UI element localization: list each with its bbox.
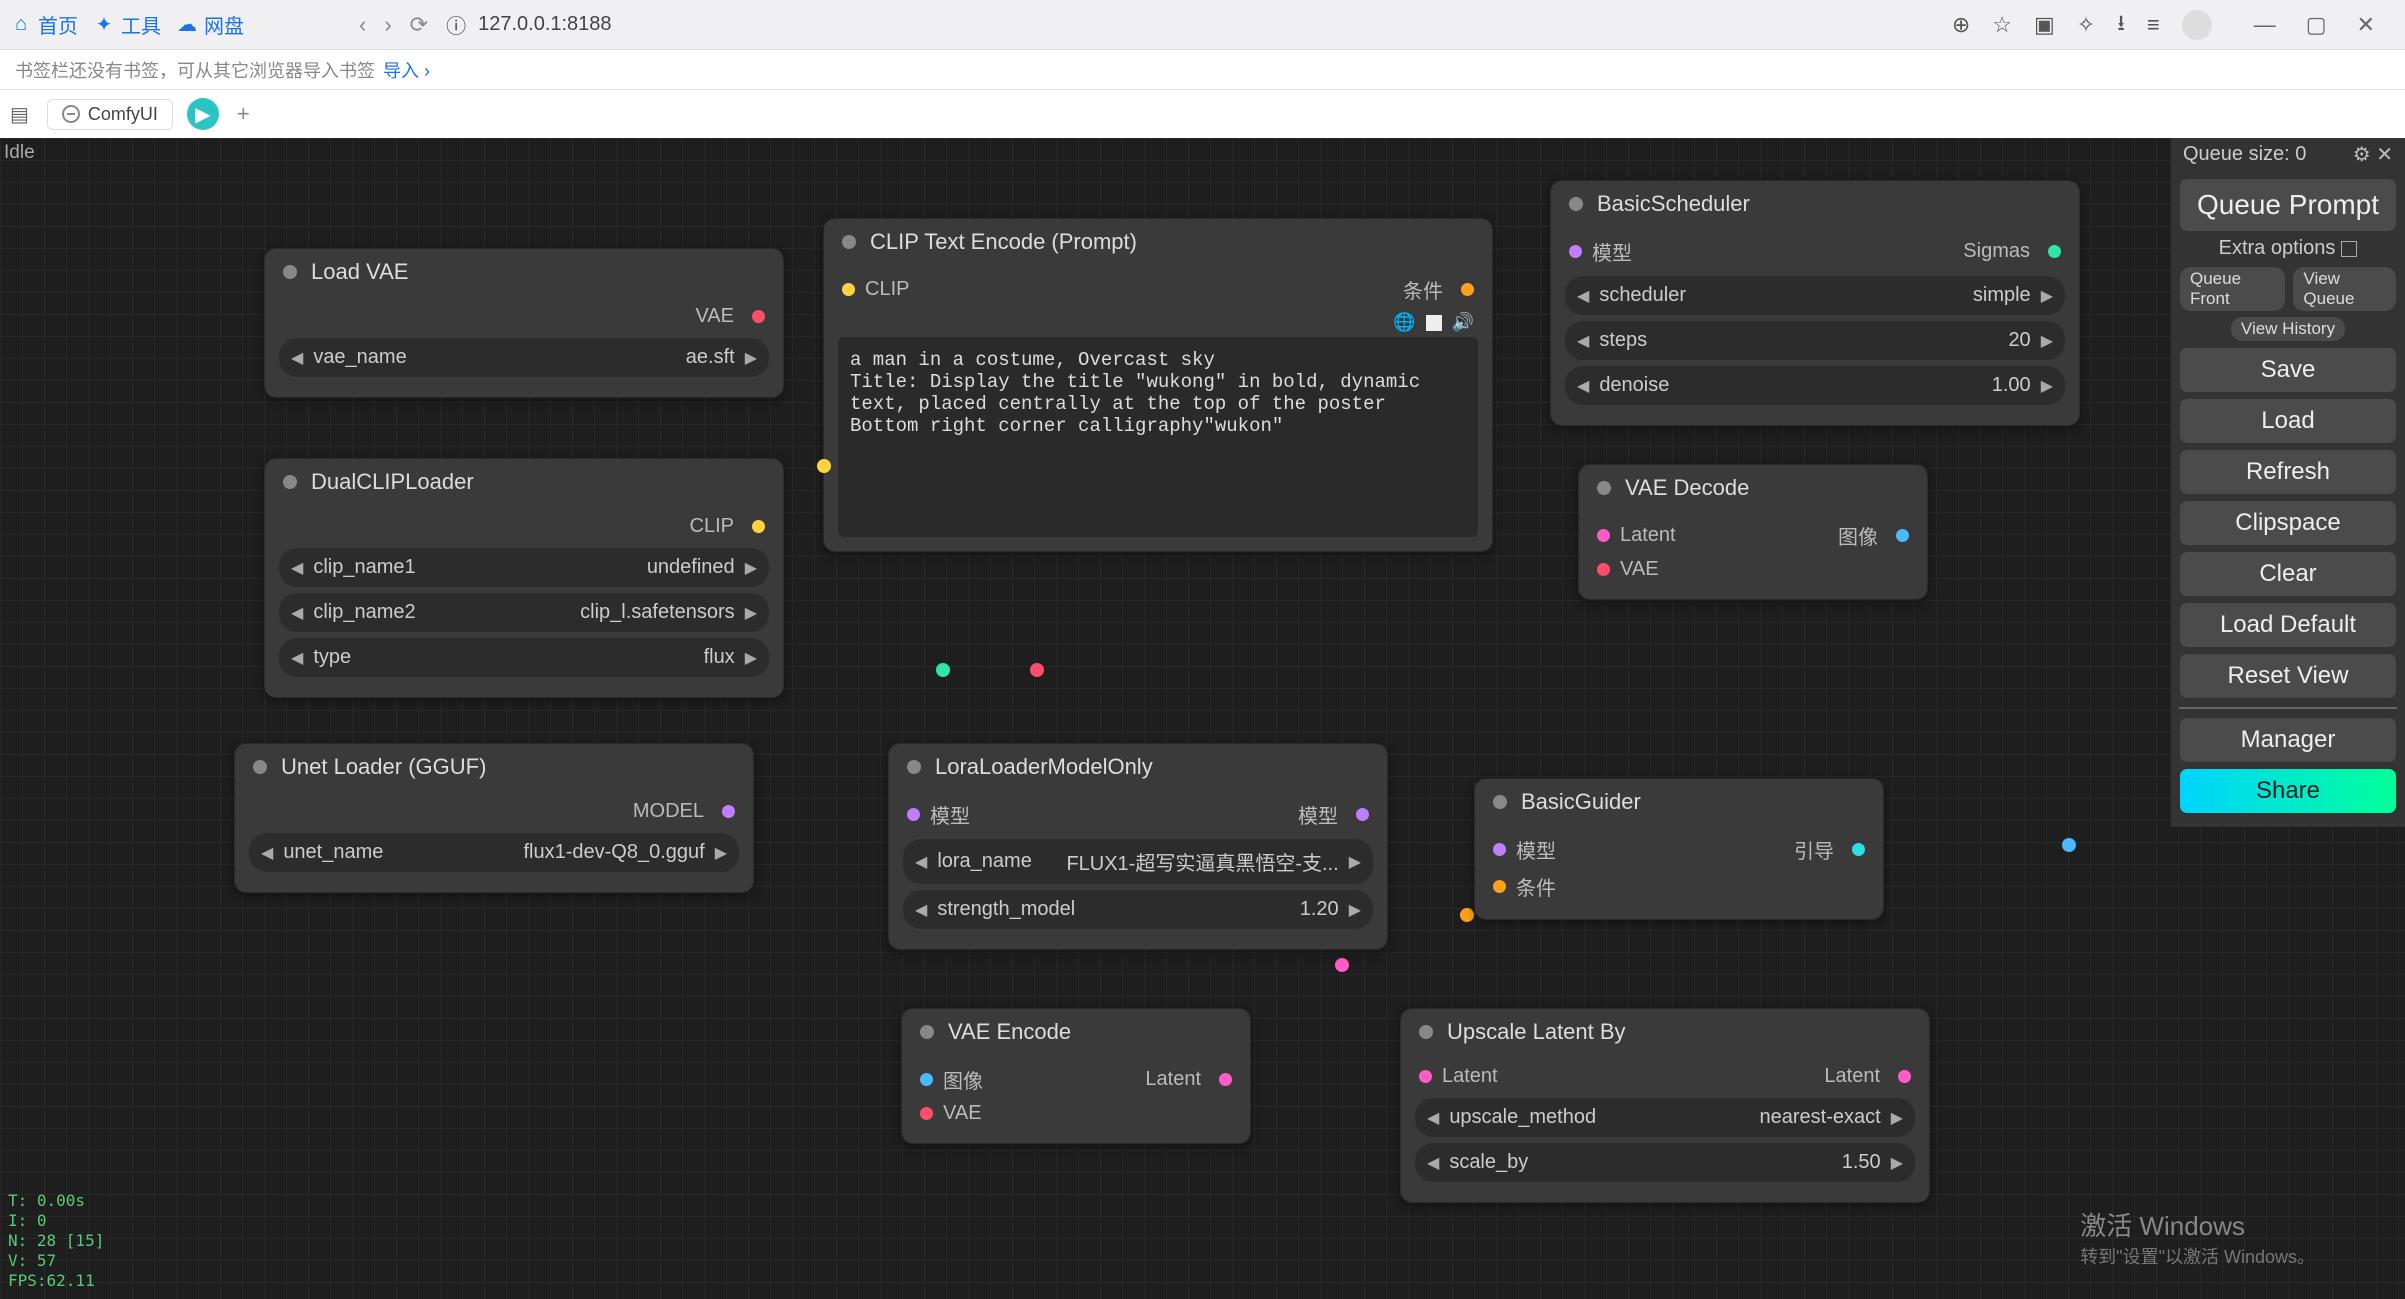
- node-upscale-latent[interactable]: Upscale Latent By LatentLatent ◀upscale_…: [1400, 1008, 1930, 1203]
- widget-scale-by[interactable]: ◀scale_by1.50▶: [1415, 1143, 1915, 1182]
- node-unet-loader[interactable]: Unet Loader (GGUF) MODEL ◀unet_nameflux1…: [234, 743, 754, 893]
- queue-size-label: Queue size: 0: [2183, 143, 2306, 166]
- node-title: CLIP Text Encode (Prompt): [870, 229, 1137, 255]
- node-basic-scheduler[interactable]: BasicScheduler 模型 Sigmas ◀schedulersimpl…: [1550, 180, 2080, 426]
- widget-unet-name[interactable]: ◀unet_nameflux1-dev-Q8_0.gguf▶: [249, 833, 739, 872]
- reroute-dot[interactable]: [936, 663, 950, 677]
- panel-toggle-icon[interactable]: ▣: [2034, 12, 2055, 38]
- tab-bar: ▤ ComfyUI ▶ +: [0, 90, 2405, 138]
- reroute-dot[interactable]: [2062, 838, 2076, 852]
- tools-icon: ✦: [93, 14, 115, 36]
- cloud-link[interactable]: ☁网盘: [176, 10, 244, 39]
- node-title: DualCLIPLoader: [311, 469, 474, 495]
- menu-icon[interactable]: ≡: [2147, 12, 2160, 38]
- control-panel: Queue size: 0 ⚙ ✕ Queue Prompt Extra opti…: [2170, 138, 2405, 827]
- extra-options-label: Extra options: [2219, 237, 2336, 259]
- reroute-dot[interactable]: [1460, 908, 1474, 922]
- node-title: BasicGuider: [1521, 789, 1641, 815]
- node-title: Load VAE: [311, 259, 408, 285]
- widget-scheduler[interactable]: ◀schedulersimple▶: [1565, 276, 2065, 315]
- browser-toolbar: ⌂首页 ✦工具 ☁网盘 ‹ › ⟳ ⓘ 127.0.0.1:8188 ⊕ ☆ ▣…: [0, 0, 2405, 50]
- clipspace-button[interactable]: Clipspace: [2179, 500, 2397, 546]
- checkbox-icon[interactable]: [1426, 315, 1442, 331]
- save-button[interactable]: Save: [2179, 347, 2397, 393]
- node-title: Upscale Latent By: [1447, 1019, 1626, 1045]
- queue-prompt-button[interactable]: Queue Prompt: [2179, 178, 2397, 232]
- node-links: [0, 138, 300, 288]
- widget-strength-model[interactable]: ◀strength_model1.20▶: [903, 890, 1373, 929]
- tab-comfyui[interactable]: ComfyUI: [47, 99, 173, 130]
- downloads-icon[interactable]: ⭳: [2117, 6, 2125, 44]
- node-vae-decode[interactable]: VAE Decode Latent图像 VAE: [1578, 464, 1928, 600]
- view-queue-button[interactable]: View Queue: [2292, 266, 2397, 312]
- refresh-button[interactable]: Refresh: [2179, 449, 2397, 495]
- nav-back-icon[interactable]: ‹: [359, 12, 366, 38]
- avatar[interactable]: [2182, 10, 2212, 40]
- node-clip-text-encode[interactable]: CLIP Text Encode (Prompt) CLIP 条件 🌐 🔊 a …: [823, 218, 1493, 552]
- url-text: 127.0.0.1:8188: [478, 13, 611, 36]
- node-load-vae[interactable]: Load VAE VAE ◀vae_name ae.sft▶: [264, 248, 784, 398]
- reload-icon[interactable]: ⟳: [410, 12, 428, 38]
- canvas-stats: T: 0.00s I: 0 N: 28 [15] V: 57 FPS:62.11: [8, 1191, 104, 1291]
- nav-forward-icon[interactable]: ›: [384, 12, 391, 38]
- extra-options-checkbox[interactable]: [2341, 241, 2357, 257]
- widget-clip-type[interactable]: ◀typeflux▶: [279, 638, 769, 677]
- reset-view-button[interactable]: Reset View: [2179, 653, 2397, 699]
- bookmark-hint: 书签栏还没有书签，可从其它浏览器导入书签: [15, 57, 375, 83]
- reroute-dot[interactable]: [1030, 663, 1044, 677]
- home-link[interactable]: ⌂首页: [10, 10, 78, 39]
- star-icon[interactable]: ☆: [1992, 12, 2012, 38]
- widget-steps[interactable]: ◀steps20▶: [1565, 321, 2065, 360]
- widget-vae-name[interactable]: ◀vae_name ae.sft▶: [279, 338, 769, 377]
- sidebar-toggle-icon[interactable]: ▤: [10, 102, 29, 127]
- gear-icon[interactable]: ⚙ ✕: [2353, 142, 2393, 167]
- new-tab-button[interactable]: +: [237, 101, 250, 127]
- node-title: VAE Encode: [948, 1019, 1071, 1045]
- node-canvas[interactable]: Idle Load VAE VAE ◀vae_name: [0, 138, 2405, 1299]
- manager-button[interactable]: Manager: [2179, 717, 2397, 763]
- share-button[interactable]: Share: [2179, 768, 2397, 814]
- load-default-button[interactable]: Load Default: [2179, 602, 2397, 648]
- node-title: LoraLoaderModelOnly: [935, 754, 1153, 780]
- view-history-button[interactable]: View History: [2230, 316, 2346, 342]
- widget-clip-name1[interactable]: ◀clip_name1undefined▶: [279, 548, 769, 587]
- url-bar[interactable]: ⓘ 127.0.0.1:8188: [446, 10, 611, 39]
- node-vae-encode[interactable]: VAE Encode 图像Latent VAE: [901, 1008, 1251, 1144]
- clear-button[interactable]: Clear: [2179, 551, 2397, 597]
- queue-front-button[interactable]: Queue Front: [2179, 266, 2286, 312]
- status-text: Idle: [4, 142, 35, 164]
- reroute-dot[interactable]: [1335, 958, 1349, 972]
- globe-icon[interactable]: 🌐: [1393, 312, 1415, 333]
- tab-title: ComfyUI: [88, 104, 158, 125]
- speaker-icon[interactable]: 🔊: [1452, 312, 1474, 333]
- window-close-icon[interactable]: ✕: [2357, 12, 2375, 38]
- play-button[interactable]: ▶: [187, 98, 219, 130]
- node-basic-guider[interactable]: BasicGuider 模型引导 条件: [1474, 778, 1884, 920]
- node-lora-loader[interactable]: LoraLoaderModelOnly 模型模型 ◀lora_nameFLUX1…: [888, 743, 1388, 950]
- favicon-icon: [62, 105, 80, 123]
- extensions-icon[interactable]: ✧: [2077, 12, 2095, 38]
- node-dual-clip-loader[interactable]: DualCLIPLoader CLIP ◀clip_name1undefined…: [264, 458, 784, 698]
- node-title: Unet Loader (GGUF): [281, 754, 486, 780]
- tools-link[interactable]: ✦工具: [93, 10, 161, 39]
- prompt-textarea[interactable]: a man in a costume, Overcast sky Title: …: [838, 337, 1478, 537]
- bookmark-bar: 书签栏还没有书签，可从其它浏览器导入书签 导入 ›: [0, 50, 2405, 90]
- cloud-icon: ☁: [176, 14, 198, 36]
- window-maximize-icon[interactable]: ▢: [2306, 12, 2327, 38]
- widget-denoise[interactable]: ◀denoise1.00▶: [1565, 366, 2065, 405]
- home-icon: ⌂: [10, 14, 32, 36]
- widget-clip-name2[interactable]: ◀clip_name2clip_l.safetensors▶: [279, 593, 769, 632]
- windows-watermark: 激活 Windows 转到"设置"以激活 Windows。: [2080, 1206, 2315, 1269]
- widget-lora-name[interactable]: ◀lora_nameFLUX1-超写实逼真黑悟空-支...▶: [903, 839, 1373, 884]
- info-icon: ⓘ: [446, 10, 466, 39]
- zoom-icon[interactable]: ⊕: [1952, 12, 1970, 38]
- widget-upscale-method[interactable]: ◀upscale_methodnearest-exact▶: [1415, 1098, 1915, 1137]
- node-title: VAE Decode: [1625, 475, 1749, 501]
- node-title: BasicScheduler: [1597, 191, 1750, 217]
- window-minimize-icon[interactable]: —: [2254, 12, 2276, 38]
- load-button[interactable]: Load: [2179, 398, 2397, 444]
- import-bookmarks-link[interactable]: 导入 ›: [383, 57, 430, 83]
